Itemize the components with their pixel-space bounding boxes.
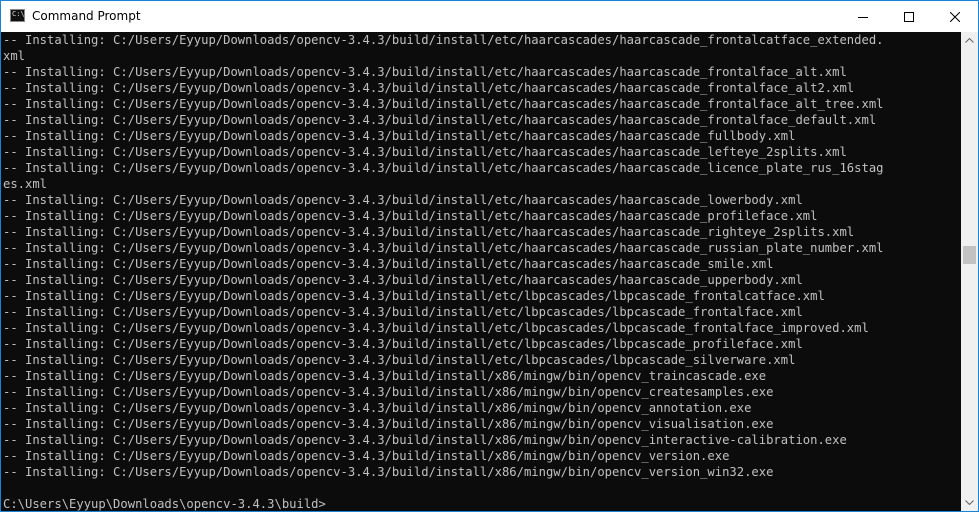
console-line: -- Installing: C:/Users/Eyyup/Downloads/… <box>3 385 774 399</box>
console-line: -- Installing: C:/Users/Eyyup/Downloads/… <box>3 337 803 351</box>
console-line: -- Installing: C:/Users/Eyyup/Downloads/… <box>3 161 884 175</box>
scroll-down-button[interactable] <box>961 494 978 511</box>
console-output[interactable]: -- Installing: C:/Users/Eyyup/Downloads/… <box>1 32 961 511</box>
scroll-down-arrow-icon <box>965 500 974 505</box>
console-line: -- Installing: C:/Users/Eyyup/Downloads/… <box>3 321 869 335</box>
console-line: -- Installing: C:/Users/Eyyup/Downloads/… <box>3 225 855 239</box>
console-line: -- Installing: C:/Users/Eyyup/Downloads/… <box>3 417 774 431</box>
console-line: -- Installing: C:/Users/Eyyup/Downloads/… <box>3 33 884 47</box>
console-line: -- Installing: C:/Users/Eyyup/Downloads/… <box>3 369 767 383</box>
console-line: es.xml <box>3 177 48 191</box>
console-line: -- Installing: C:/Users/Eyyup/Downloads/… <box>3 465 774 479</box>
console-line: -- Installing: C:/Users/Eyyup/Downloads/… <box>3 433 847 447</box>
command-prompt-line: C:\Users\Eyyup\Downloads\opencv-3.4.3\bu… <box>3 497 326 511</box>
close-icon <box>950 11 960 22</box>
console-line: -- Installing: C:/Users/Eyyup/Downloads/… <box>3 129 796 143</box>
window-title: Command Prompt <box>32 9 141 23</box>
console-line: -- Installing: C:/Users/Eyyup/Downloads/… <box>3 145 847 159</box>
console-line: -- Installing: C:/Users/Eyyup/Downloads/… <box>3 113 877 127</box>
console-line: -- Installing: C:/Users/Eyyup/Downloads/… <box>3 401 752 415</box>
cmd-icon[interactable]: C:\ <box>10 9 25 22</box>
scrollbar-thumb[interactable] <box>963 246 976 264</box>
title-bar[interactable]: C:\ Command Prompt <box>1 1 978 32</box>
close-button[interactable] <box>932 1 978 32</box>
console-line: -- Installing: C:/Users/Eyyup/Downloads/… <box>3 209 818 223</box>
maximize-icon <box>904 11 914 22</box>
scroll-up-arrow-icon <box>965 38 974 43</box>
console-line: -- Installing: C:/Users/Eyyup/Downloads/… <box>3 257 774 271</box>
vertical-scrollbar[interactable] <box>961 32 978 511</box>
console-line: -- Installing: C:/Users/Eyyup/Downloads/… <box>3 81 855 95</box>
scroll-up-button[interactable] <box>961 32 978 49</box>
console-line: xml <box>3 49 26 63</box>
maximize-button[interactable] <box>886 1 932 32</box>
console-line: -- Installing: C:/Users/Eyyup/Downloads/… <box>3 449 730 463</box>
console-line: -- Installing: C:/Users/Eyyup/Downloads/… <box>3 97 884 111</box>
console-line: -- Installing: C:/Users/Eyyup/Downloads/… <box>3 305 803 319</box>
console-line: -- Installing: C:/Users/Eyyup/Downloads/… <box>3 273 803 287</box>
minimize-button[interactable] <box>840 1 886 32</box>
command-prompt-window: C:\ Command Prompt -- Installing: C:/Use… <box>0 0 979 512</box>
cmd-icon-text: C:\ <box>12 10 25 18</box>
minimize-icon <box>858 16 868 18</box>
console-line: -- Installing: C:/Users/Eyyup/Downloads/… <box>3 65 847 79</box>
console-line: -- Installing: C:/Users/Eyyup/Downloads/… <box>3 193 803 207</box>
console-line: -- Installing: C:/Users/Eyyup/Downloads/… <box>3 241 884 255</box>
console-line: -- Installing: C:/Users/Eyyup/Downloads/… <box>3 353 796 367</box>
console-line: -- Installing: C:/Users/Eyyup/Downloads/… <box>3 289 825 303</box>
